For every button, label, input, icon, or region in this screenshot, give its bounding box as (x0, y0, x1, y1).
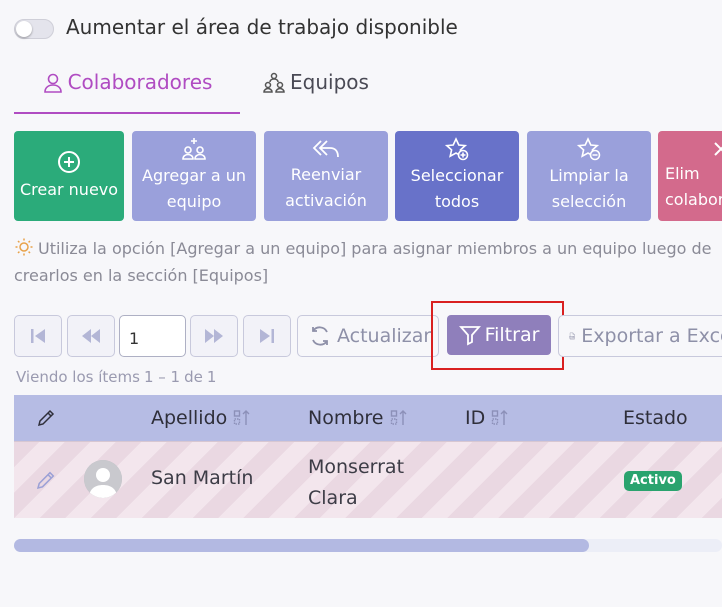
workspace-toggle-label: Aumentar el área de trabajo disponible (66, 15, 458, 39)
sort-icon[interactable] (491, 409, 509, 427)
page-number-input[interactable]: 1 (119, 315, 186, 357)
status-badge: Activo (624, 471, 682, 491)
button-label: Seleccionar todos (410, 166, 504, 211)
column-label: Apellido (151, 407, 228, 429)
tab-label: Colaboradores (67, 70, 213, 94)
sort-icon[interactable] (233, 409, 251, 427)
team-icon (263, 72, 285, 93)
hint-text-block: Utiliza la opción [Agregar a un equipo] … (14, 235, 722, 289)
xlsx-file-icon: XLSX (569, 332, 575, 340)
items-count-text: Viendo los ítems 1 – 1 de 1 (16, 368, 220, 386)
resend-activation-button[interactable]: Reenviar activación (264, 131, 388, 221)
refresh-icon (312, 326, 328, 346)
button-label: Elim colabor (665, 164, 722, 209)
first-page-icon (31, 329, 45, 343)
previous-page-button[interactable] (67, 315, 115, 357)
tab-equipos[interactable]: Equipos (262, 70, 369, 114)
next-page-button[interactable] (190, 315, 238, 357)
plus-circle-icon (58, 151, 80, 173)
edit-row-icon[interactable] (35, 469, 57, 491)
viewing-range: 1 – 1 (143, 368, 181, 386)
button-label: Agregar a un equipo (142, 166, 246, 211)
cell-nombre: Monserrat Clara (308, 452, 404, 514)
nombre-line: Clara (308, 487, 358, 509)
viewing-of: de (184, 368, 203, 386)
export-excel-button[interactable]: XLSX Exportar a Excel (558, 315, 722, 357)
refresh-label: Actualizar (337, 325, 432, 347)
refresh-button[interactable]: Actualizar (297, 315, 439, 357)
fast-forward-icon (205, 329, 223, 343)
horizontal-scrollbar-thumb[interactable] (14, 539, 589, 552)
lightbulb-icon (15, 238, 33, 256)
column-header-nombre[interactable]: Nombre (308, 395, 408, 441)
sort-icon[interactable] (390, 409, 408, 427)
hint-text: Utiliza la opción [Agregar a un equipo] … (14, 239, 712, 285)
cell-apellido: San Martín (151, 467, 254, 489)
filter-highlight-box (431, 301, 564, 370)
reply-all-icon (312, 140, 339, 158)
delete-collaborator-button[interactable]: Elim colabor (658, 131, 722, 221)
column-label: Estado (623, 407, 688, 429)
nombre-line: Monserrat (308, 456, 405, 478)
last-page-icon (260, 329, 274, 343)
workspace-toggle[interactable] (14, 19, 54, 39)
column-label: ID (465, 407, 486, 429)
pencil-icon (37, 409, 55, 427)
create-new-button[interactable]: Crear nuevo (14, 131, 124, 221)
column-label: Nombre (308, 407, 384, 429)
column-header-apellido[interactable]: Apellido (151, 395, 251, 441)
button-label: Limpiar la selección (549, 166, 629, 211)
add-to-team-button[interactable]: Agregar a un equipo (132, 131, 256, 221)
tab-colaboradores[interactable]: Colaboradores (14, 70, 240, 114)
viewing-label: Viendo los ítems (16, 368, 140, 386)
rewind-icon (82, 329, 100, 343)
last-page-button[interactable] (243, 315, 291, 357)
first-page-button[interactable] (14, 315, 62, 357)
star-minus-icon (576, 137, 601, 161)
avatar (84, 460, 122, 498)
add-team-icon (182, 138, 206, 160)
select-all-button[interactable]: Seleccionar todos (395, 131, 519, 221)
star-plus-icon (444, 137, 469, 161)
edit-column-header (36, 395, 56, 441)
table-header: Apellido Nombre ID Estado (14, 395, 722, 441)
clear-selection-button[interactable]: Limpiar la selección (527, 131, 651, 221)
column-header-id[interactable]: ID (465, 395, 509, 441)
close-icon (714, 142, 722, 156)
user-icon (43, 73, 62, 93)
button-label: Crear nuevo (19, 180, 119, 199)
toggle-knob (16, 21, 32, 37)
column-header-estado[interactable]: Estado (623, 395, 688, 441)
button-label: Reenviar activación (285, 165, 367, 210)
tab-label: Equipos (290, 70, 369, 94)
viewing-total: 1 (206, 368, 217, 386)
person-silhouette-icon (84, 460, 122, 498)
export-label: Exportar a Excel (581, 325, 722, 347)
